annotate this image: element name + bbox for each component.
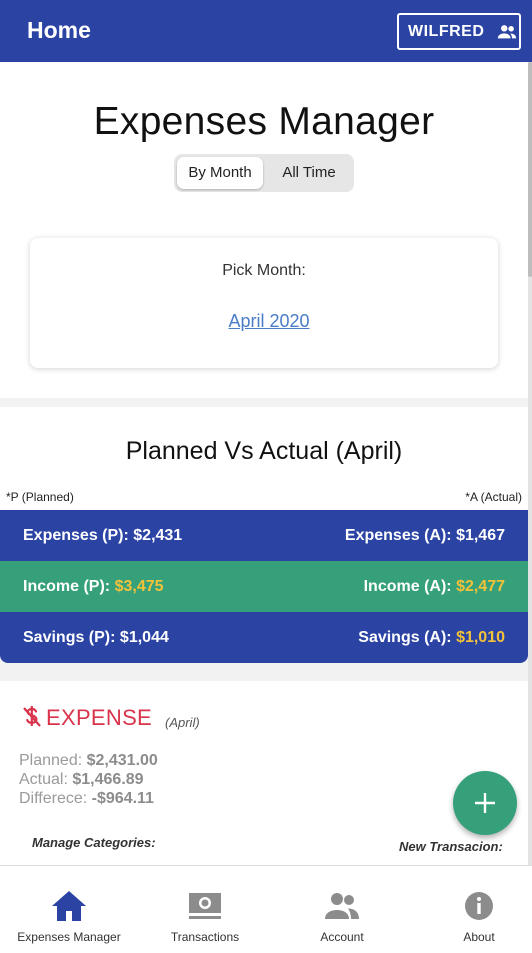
pick-month-card: Pick Month: April 2020 — [30, 238, 498, 368]
nav-transactions[interactable]: Transactions — [150, 866, 260, 953]
income-actual-value: $2,477 — [456, 578, 505, 595]
money-icon — [189, 893, 221, 919]
people-icon — [325, 893, 359, 919]
income-planned-value: $3,475 — [114, 578, 164, 595]
nav-about[interactable]: About — [424, 866, 532, 953]
info-icon — [465, 892, 493, 920]
expenses-actual-value: $1,467 — [456, 527, 505, 544]
home-icon — [52, 891, 86, 921]
planned-vs-actual-title: Planned Vs Actual (April) — [125, 437, 403, 465]
income-planned-label: Income (P): — [23, 578, 111, 595]
manage-categories-label: Manage Categories: — [32, 835, 156, 850]
app-bar: Home WILFRED — [0, 0, 532, 62]
expense-actual-value: $1,466.89 — [72, 771, 144, 788]
user-account-button[interactable]: WILFRED — [397, 13, 521, 50]
expense-actual-label: Actual: — [19, 771, 68, 788]
legend-planned: *P (Planned) — [6, 490, 74, 504]
planned-vs-actual-card: Planned Vs Actual (April) *P (Planned) *… — [0, 407, 528, 663]
nav-label: Account — [320, 930, 364, 944]
savings-row: Savings (P): $1,044 Savings (A): $1,010 — [0, 612, 528, 663]
expense-header: EXPENSE — [22, 705, 152, 731]
add-transaction-button[interactable] — [453, 771, 517, 835]
nav-expenses-manager[interactable]: Expenses Manager — [14, 866, 124, 953]
income-actual-label: Income (A): — [363, 578, 452, 595]
expense-section: EXPENSE (April) Planned: $2,431.00 Actua… — [0, 681, 528, 865]
nav-label: About — [463, 930, 495, 944]
expense-planned: Planned: $2,431.00 — [19, 752, 158, 770]
page-title: Home — [27, 17, 91, 43]
nav-label: Transactions — [170, 930, 240, 944]
expense-month: (April) — [165, 715, 200, 730]
new-transaction-label: New Transacion: — [399, 839, 503, 854]
user-name: WILFRED — [408, 22, 485, 40]
expense-title: EXPENSE — [46, 705, 153, 730]
expense-difference: Differece: -$964.11 — [19, 790, 154, 808]
expense-planned-value: $2,431.00 — [86, 752, 158, 769]
expense-difference-value: -$964.11 — [91, 790, 154, 807]
main-title: Expenses Manager — [93, 100, 435, 143]
expense-actual: Actual: $1,466.89 — [19, 771, 144, 789]
people-icon — [498, 24, 517, 38]
expenses-planned-value: $2,431 — [133, 527, 183, 544]
plus-icon — [475, 793, 495, 813]
scrollbar[interactable] — [528, 62, 532, 865]
tab-by-month[interactable]: By Month — [177, 157, 263, 189]
expense-planned-label: Planned: — [19, 752, 83, 769]
expenses-planned-label: Expenses (P): — [23, 527, 129, 544]
nav-label: Expenses Manager — [17, 930, 121, 944]
legend-actual: *A (Actual) — [465, 490, 522, 504]
expenses-actual-label: Expenses (A): — [344, 527, 452, 544]
savings-planned-label: Savings (P): — [23, 629, 116, 646]
bottom-navigation: Expenses Manager Transactions Account Ab… — [0, 865, 532, 953]
pick-month-label: Pick Month: — [222, 262, 306, 279]
expense-difference-label: Differece: — [19, 790, 88, 807]
savings-actual-label: Savings (A): — [358, 629, 452, 646]
period-toggle: By Month All Time — [174, 154, 354, 192]
scrollbar-thumb[interactable] — [528, 62, 532, 277]
income-row: Income (P): $3,475 Income (A): $2,477 — [0, 561, 528, 612]
savings-planned-value: $1,044 — [119, 629, 169, 646]
pick-month-link[interactable]: April 2020 — [30, 311, 508, 332]
tab-all-time[interactable]: All Time — [266, 157, 352, 189]
expenses-row: Expenses (P): $2,431 Expenses (A): $1,46… — [0, 510, 528, 561]
nav-account[interactable]: Account — [287, 866, 397, 953]
dollar-icon — [23, 706, 41, 727]
savings-actual-value: $1,010 — [456, 629, 505, 646]
